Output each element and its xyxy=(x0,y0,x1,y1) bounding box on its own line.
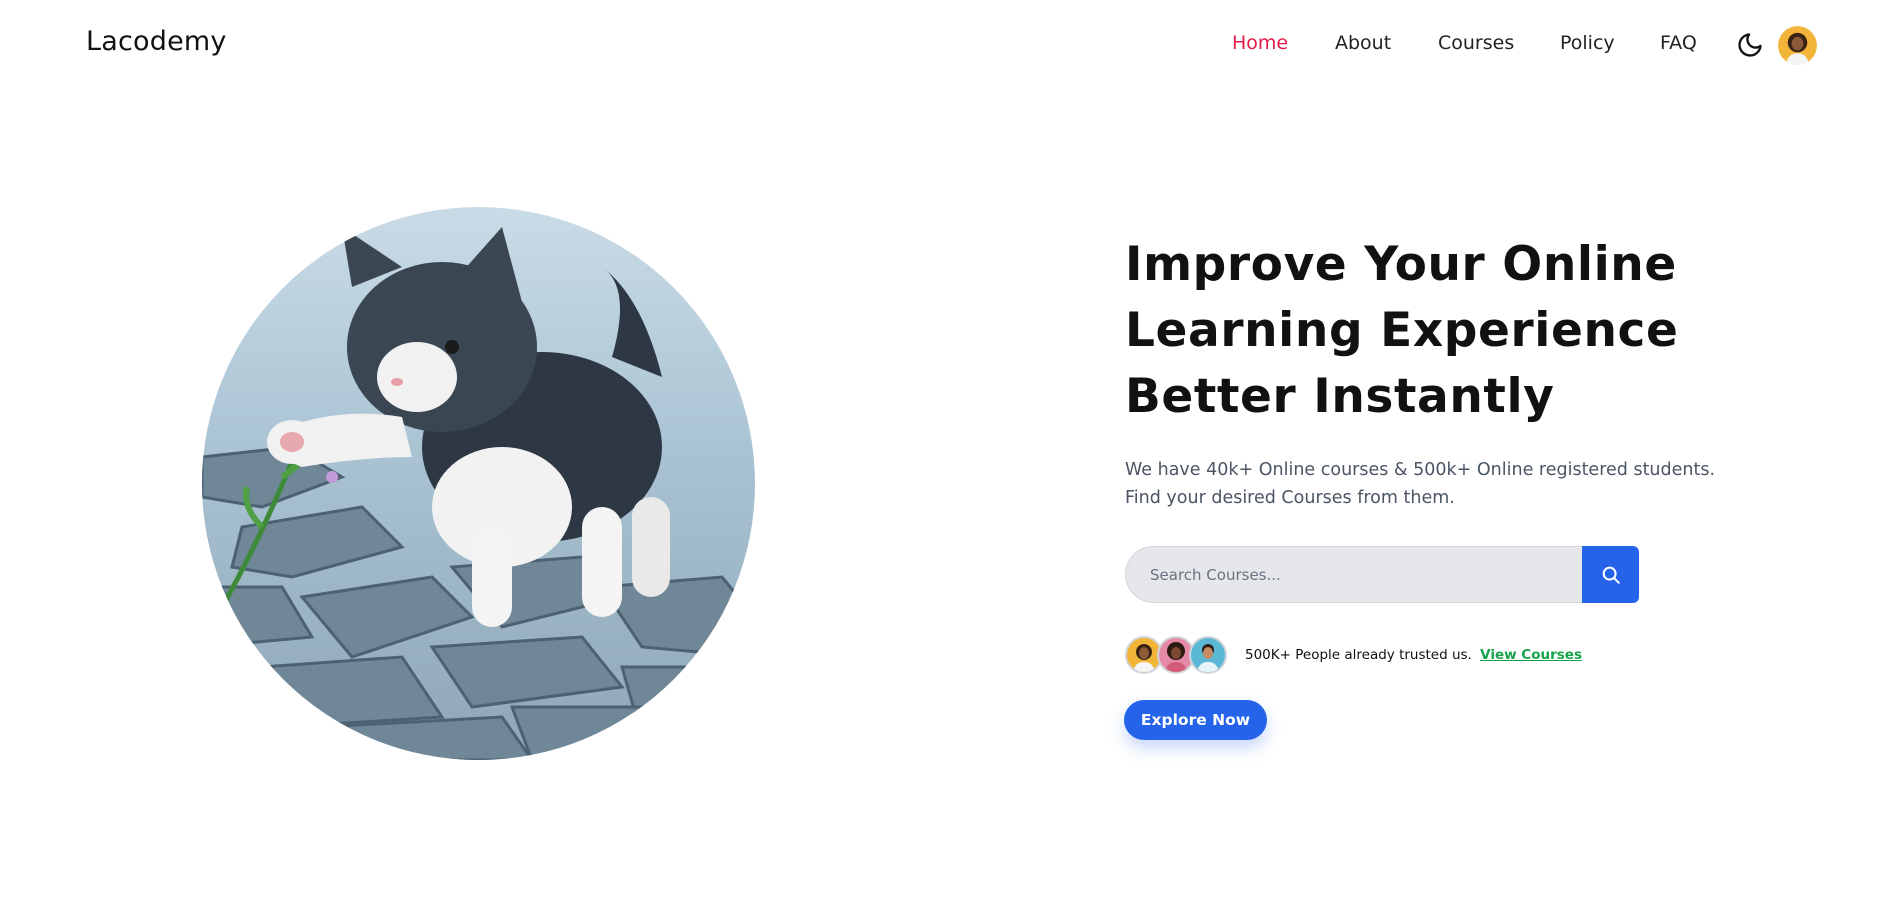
hero-title-line-3: Better Instantly xyxy=(1125,369,1555,424)
user-avatar[interactable] xyxy=(1778,26,1817,65)
nav-courses[interactable]: Courses xyxy=(1438,32,1514,54)
search-input[interactable] xyxy=(1125,546,1584,603)
trust-row: 500K+ People already trusted us. View Co… xyxy=(1125,636,1582,676)
explore-now-button[interactable]: Explore Now xyxy=(1124,700,1267,740)
hero-title-line-2: Learning Experience xyxy=(1125,303,1679,358)
nav-home[interactable]: Home xyxy=(1232,32,1288,54)
hero-subtitle: We have 40k+ Online courses & 500k+ Onli… xyxy=(1125,460,1716,508)
course-search xyxy=(1125,546,1639,603)
hero-title: Improve Your Online Learning Experience … xyxy=(1125,232,1725,430)
nav-faq[interactable]: FAQ xyxy=(1660,32,1697,54)
logo[interactable]: Lacodemy xyxy=(86,26,227,57)
avatar-stack xyxy=(1125,636,1229,676)
hero-image xyxy=(202,207,755,760)
hero-title-line-1: Improve Your Online xyxy=(1125,237,1677,292)
site-header: Lacodemy Home About Courses Policy FAQ xyxy=(0,0,1892,92)
search-button[interactable] xyxy=(1582,546,1639,603)
search-icon xyxy=(1602,566,1620,584)
moon-icon[interactable] xyxy=(1736,31,1764,59)
view-courses-link[interactable]: View Courses xyxy=(1480,647,1582,663)
avatar xyxy=(1189,636,1227,674)
nav-about[interactable]: About xyxy=(1335,32,1391,54)
nav-policy[interactable]: Policy xyxy=(1560,32,1615,54)
trust-text: 500K+ People already trusted us. View Co… xyxy=(1245,647,1582,663)
trust-label: 500K+ People already trusted us. xyxy=(1245,647,1472,663)
